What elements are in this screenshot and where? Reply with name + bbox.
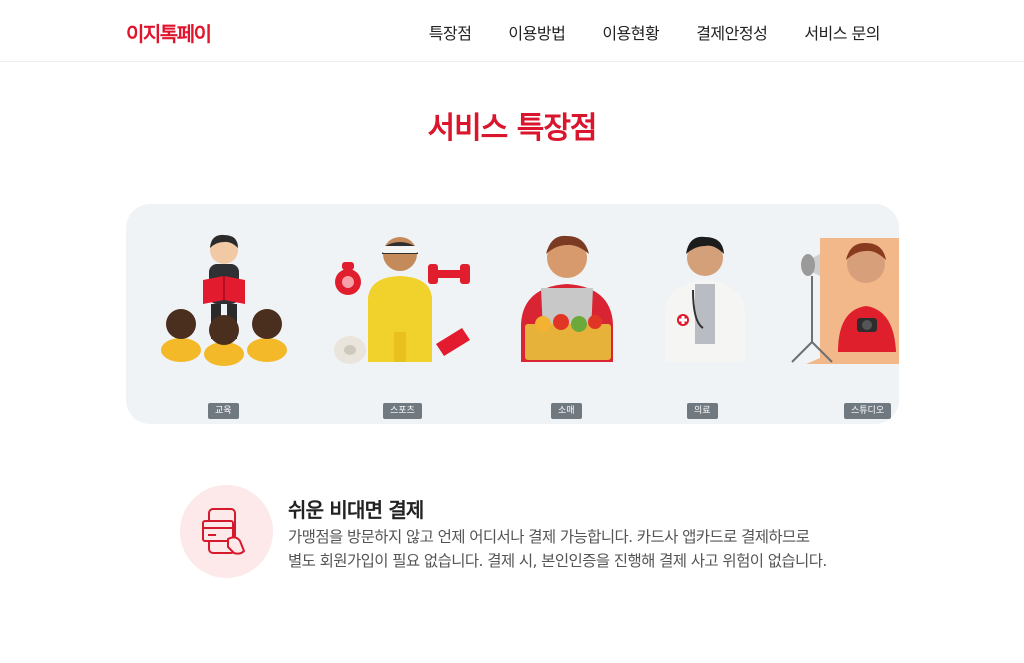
nav-item-payment-security[interactable]: 결제안정성 <box>696 20 768 44</box>
category-card-retail: 소매 <box>511 232 661 419</box>
feature-description: 가맹점을 방문하지 않고 언제 어디서나 결제 가능합니다. 카드사 앱카드로 … <box>288 525 868 573</box>
shopkeeper-illustration <box>521 235 613 362</box>
nav-item-how-to-use[interactable]: 이용방법 <box>508 20 565 44</box>
section-title: 서비스 특장점 <box>427 111 597 146</box>
athlete-illustration <box>334 237 470 364</box>
feature-title: 쉬운 비대면 결제 <box>288 498 424 522</box>
category-tag: 교육 <box>208 403 239 419</box>
nav-item-service-inquiry[interactable]: 서비스 문의 <box>804 20 880 44</box>
category-tag: 스튜디오 <box>844 403 892 419</box>
nav-item-usage-status[interactable]: 이용현황 <box>602 20 659 44</box>
logo[interactable]: 이지톡페이 <box>126 18 212 47</box>
photographer-illustration <box>791 238 899 364</box>
main-nav: 특장점 이용방법 이용현황 결제안정성 서비스 문의 <box>429 20 881 44</box>
feature-description-line: 별도 회원가입이 필요 없습니다. 결제 시, 본인인증을 진행해 결제 사고 … <box>288 552 827 570</box>
category-tag: 의료 <box>687 403 718 419</box>
nav-item-features[interactable]: 특장점 <box>429 20 472 44</box>
site-header: 이지톡페이 특장점 이용방법 이용현황 결제안정성 서비스 문의 <box>0 0 1024 62</box>
category-tag: 소매 <box>551 403 582 419</box>
card-payment-icon <box>202 508 245 555</box>
category-card-education: 교육 <box>159 232 309 419</box>
feature-icon-circle <box>180 485 273 578</box>
teacher-students-illustration <box>161 234 287 366</box>
category-tag: 스포츠 <box>383 403 422 419</box>
feature-description-line: 가맹점을 방문하지 않고 언제 어디서나 결제 가능합니다. 카드사 앱카드로 … <box>288 528 810 546</box>
category-card-sports: 스포츠 <box>332 232 482 419</box>
category-card-studio: 스튜디오 <box>786 232 899 419</box>
doctor-illustration <box>665 236 745 362</box>
category-carousel: 교육 스포츠 소매 의료 스튜디오 <box>126 204 899 424</box>
